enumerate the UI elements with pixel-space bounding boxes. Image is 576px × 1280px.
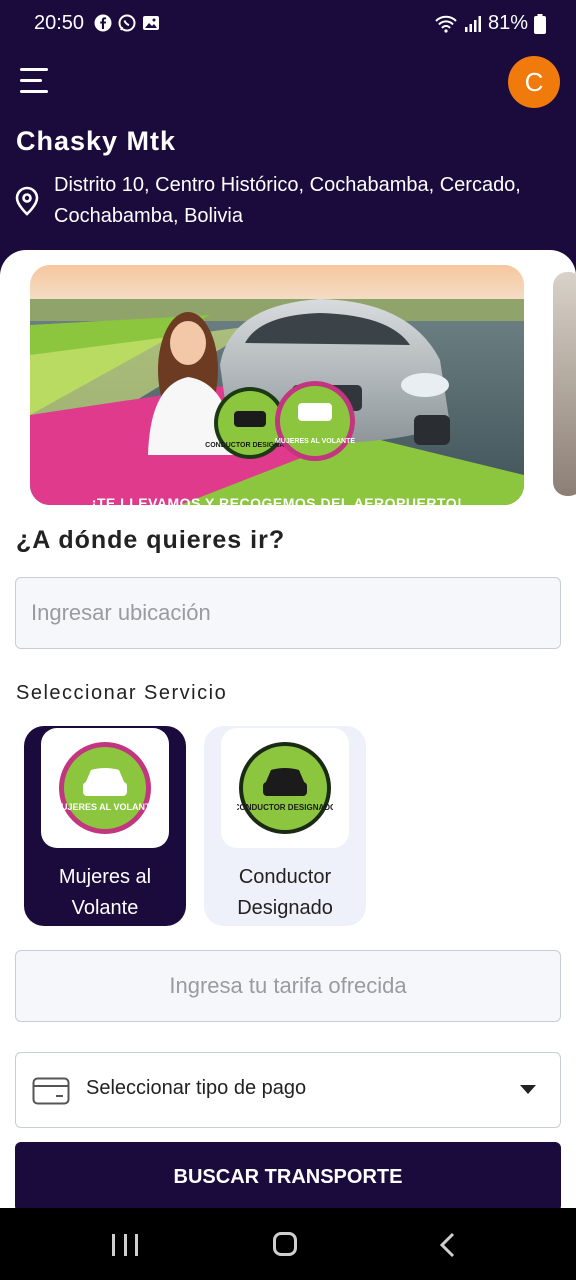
banner-badge-right: MUJERES AL VOLANTE [275,438,355,445]
current-address: Distrito 10, Centro Histórico, Cochabamb… [54,174,521,227]
company-name: Chasky Mtk [16,126,177,156]
car-badge-icon: MUJERES AL VOLANTE [57,742,153,834]
search-transport-button[interactable]: BUSCAR TRANSPORTE [15,1142,561,1210]
battery-percent: 81% [487,12,528,34]
destination-title: ¿A dónde quieres ir? [16,526,286,554]
service-image-conductor: CONDUCTOR DESIGNADO [221,728,349,848]
service-image-mujeres: MUJERES AL VOLANTE [41,728,169,848]
banner-caption: ¡TE LLEVAMOS Y RECOGEMOS DEL AEROPUERTO! [91,495,463,505]
wifi-icon [435,15,457,33]
promo-banner[interactable]: CONDUCTOR DESIGNADO MUJERES AL VOLANTE ¡… [30,265,524,505]
avatar[interactable]: C [508,56,560,108]
destination-input[interactable] [31,600,560,626]
fare-input[interactable] [16,973,560,999]
home-icon[interactable] [273,1232,297,1256]
badge-text: MUJERES AL VOLANTE [57,802,153,812]
status-bar: 20:50 81% [0,0,576,48]
recent-apps-icon[interactable] [112,1234,138,1256]
payment-type-label: Seleccionar tipo de pago [86,1077,307,1099]
app-header: C Chasky Mtk Distrito 10, Centro Históri… [0,48,576,280]
main-content: CONDUCTOR DESIGNADO MUJERES AL VOLANTE ¡… [0,250,576,1210]
status-time: 20:50 [34,12,85,34]
payment-type-select[interactable]: Seleccionar tipo de pago [15,1052,561,1128]
facebook-icon [94,14,112,32]
service-label: Mujeres al Volante [58,866,152,919]
gallery-icon [143,16,159,30]
next-banner-peek[interactable] [553,272,576,496]
credit-card-icon [32,1077,70,1105]
badge-text: CONDUCTOR DESIGNADO [237,803,333,812]
whatsapp-icon [118,14,136,32]
system-status: 81% [434,12,546,35]
system-nav-bar [0,1208,576,1280]
back-icon[interactable] [438,1232,458,1258]
service-card-conductor[interactable]: CONDUCTOR DESIGNADO Conductor Designado [204,726,366,926]
location-pin-icon [15,186,39,216]
service-card-mujeres[interactable]: MUJERES AL VOLANTE Mujeres al Volante [24,726,186,926]
menu-icon[interactable] [20,68,50,94]
fare-field[interactable] [15,950,561,1022]
service-section-title: Seleccionar Servicio [16,682,228,704]
dropdown-arrow-icon [520,1085,536,1094]
destination-field[interactable] [15,577,561,649]
battery-icon [534,13,546,34]
banner-image: CONDUCTOR DESIGNADO MUJERES AL VOLANTE [30,265,524,505]
car-badge-icon: CONDUCTOR DESIGNADO [237,742,333,834]
notification-icons [94,14,160,32]
signal-icon [464,15,481,32]
service-label: Conductor Designado [237,866,333,919]
